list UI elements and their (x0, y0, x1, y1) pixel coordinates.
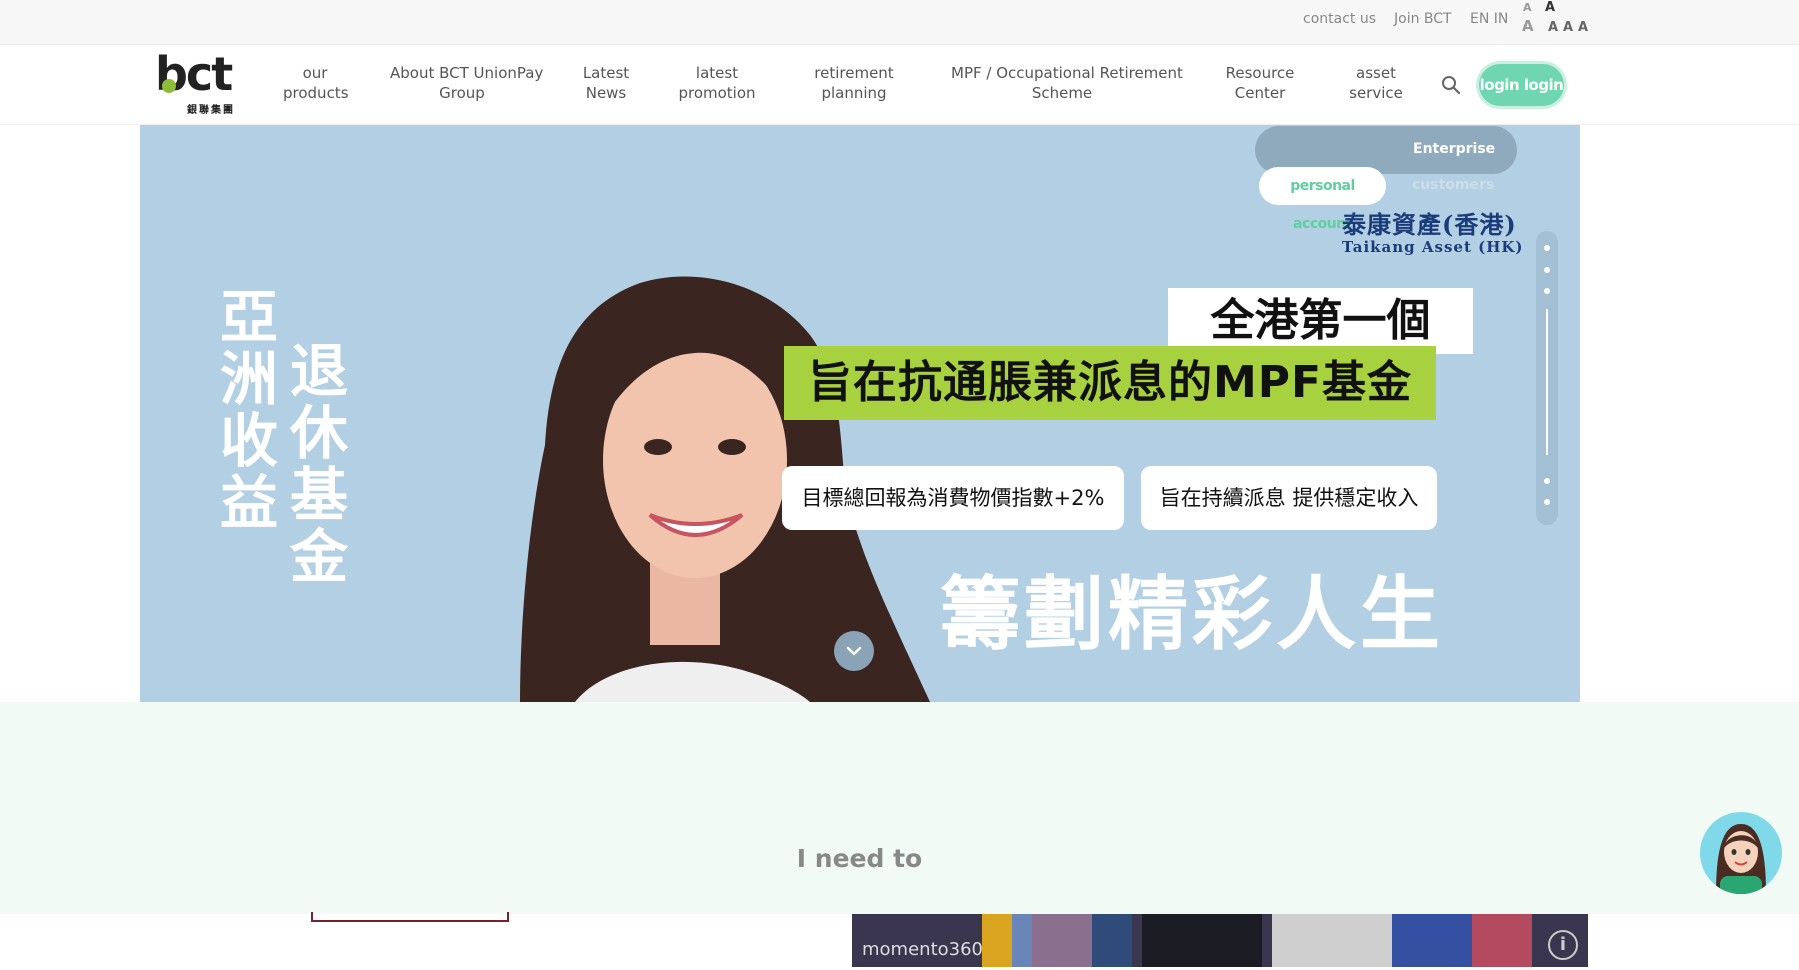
headline-main-banner: 旨在抗通脹兼派息的MPF基金 (784, 346, 1436, 420)
taikang-brand: 泰康資產(香港) Taikang Asset (HK) (1342, 205, 1524, 256)
feature-pill-income: 旨在持續派息 提供穩定收入 (1141, 466, 1437, 530)
info-icon[interactable]: i (1548, 930, 1578, 960)
logo-subtitle: 銀聯集團 (187, 105, 235, 116)
nav-latest-news[interactable]: Latest News (580, 63, 632, 103)
login-button[interactable]: login login (1479, 64, 1564, 106)
slide-dot[interactable] (1544, 478, 1550, 484)
nav-label: Latest News (582, 64, 630, 102)
nav-about-group[interactable]: About BCT UnionPay Group (390, 63, 543, 103)
chat-avatar-icon[interactable] (1700, 812, 1782, 894)
font-size-large-a[interactable]: A (1522, 19, 1534, 34)
clothes-stripe (1032, 914, 1092, 967)
slide-dot[interactable] (1544, 267, 1550, 273)
hero-model-photo (520, 276, 930, 702)
nav-resource-center[interactable]: Resource Center (1225, 63, 1295, 103)
hero-slogan: 籌劃精彩人生 (940, 567, 1444, 661)
font-size-option-a2[interactable]: A (1563, 21, 1573, 34)
nav-asset-service[interactable]: asset service (1348, 63, 1404, 103)
partial-outline-button[interactable] (311, 912, 509, 922)
font-size-option-a1[interactable]: A (1548, 21, 1558, 34)
clothes-stripe (1392, 914, 1472, 967)
nav-label: retirement planning (814, 64, 894, 102)
slide-dot[interactable] (1544, 245, 1550, 251)
slide-progress-line (1546, 309, 1548, 455)
section-heading: I need to (796, 844, 923, 873)
feature-pill-return: 目標總回報為消費物價指數+2% (782, 466, 1124, 530)
clothes-stripe (1142, 914, 1262, 967)
headline-top-banner: 全港第一個 (1168, 288, 1473, 354)
nav-label: asset service (1349, 64, 1403, 102)
slide-dot[interactable] (1544, 288, 1550, 294)
font-size-option-a3[interactable]: A (1578, 21, 1588, 34)
font-size-medium-a[interactable]: A (1545, 1, 1555, 14)
nav-label: our products (283, 64, 349, 102)
nav-latest-promotion[interactable]: latest promotion (678, 63, 756, 103)
clothes-stripe (1092, 914, 1132, 967)
nav-retirement-planning[interactable]: retirement planning (813, 63, 895, 103)
enterprise-tab[interactable]: Enterprise (1413, 141, 1495, 157)
join-bct-link[interactable]: Join BCT (1394, 11, 1452, 27)
main-header: bct 銀聯集團 our products About BCT UnionPay… (0, 45, 1799, 125)
taikang-brand-en: Taikang Asset (HK) (1342, 238, 1524, 256)
customers-tab[interactable]: customers (1412, 177, 1494, 193)
panorama-viewer[interactable]: momento360 i (852, 914, 1588, 967)
nav-label: MPF / Occupational Retirement Scheme (951, 64, 1183, 102)
search-icon[interactable] (1441, 75, 1461, 95)
nav-our-products[interactable]: our products (283, 63, 349, 103)
clothes-stripe (1012, 914, 1032, 967)
personal-account-tab[interactable]: personal account (1259, 167, 1386, 232)
nav-label: Resource Center (1225, 64, 1295, 102)
nav-label: About BCT UnionPay Group (390, 64, 544, 102)
nav-mpf-scheme[interactable]: MPF / Occupational Retirement Scheme (951, 63, 1183, 103)
contact-us-link[interactable]: contact us (1303, 11, 1376, 27)
language-switch[interactable]: EN IN (1470, 11, 1508, 27)
slide-dot[interactable] (1544, 499, 1550, 505)
i-need-to-section: I need to (0, 702, 1799, 914)
clothes-stripe (1272, 914, 1392, 967)
hero-vertical-text-left: 亞洲收益 (219, 283, 278, 537)
logo-clover-icon (162, 79, 176, 93)
taikang-brand-cn: 泰康資產(香港) (1342, 210, 1517, 239)
bct-logo[interactable]: bct 銀聯集團 (155, 51, 245, 116)
slide-progress-rail[interactable] (1536, 231, 1558, 525)
hero-banner[interactable]: 亞洲收益 退休基金 全港第一個 旨在抗通脹兼派息的MPF基金 目標總回報為消費物… (140, 125, 1580, 702)
font-size-small-a[interactable]: A (1523, 2, 1532, 13)
hero-vertical-text-right: 退休基金 (289, 337, 348, 591)
scroll-down-button[interactable] (834, 631, 874, 671)
chat-avatar-illustration (1716, 824, 1766, 894)
clothes-stripe (982, 914, 1012, 967)
momento360-watermark: momento360 (862, 939, 983, 960)
clothes-stripe (1472, 914, 1532, 967)
top-utility-bar: contact us Join BCT EN IN A A A A A A (0, 0, 1799, 45)
nav-label: latest promotion (678, 64, 756, 102)
chevron-down-icon (846, 646, 862, 656)
